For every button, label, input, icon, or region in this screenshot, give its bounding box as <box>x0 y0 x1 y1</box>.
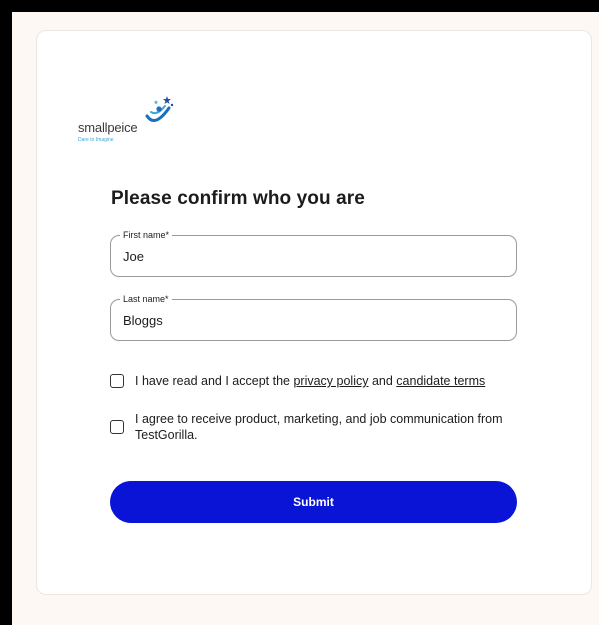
terms-consent-row: I have read and I accept the privacy pol… <box>110 373 525 389</box>
candidate-terms-link[interactable]: candidate terms <box>396 374 485 388</box>
terms-consent-checkbox[interactable] <box>110 374 124 388</box>
smallpeice-logo: smallpeice Dare to Imagine <box>78 88 198 148</box>
submit-button[interactable]: Submit <box>110 481 517 523</box>
marketing-consent-checkbox[interactable] <box>110 420 124 434</box>
marketing-consent-text: I agree to receive product, marketing, a… <box>135 412 503 442</box>
last-name-input[interactable] <box>123 309 503 331</box>
marketing-consent-row: I agree to receive product, marketing, a… <box>110 411 525 443</box>
terms-consent-prefix: I have read and I accept the <box>135 374 294 388</box>
last-name-label: Last name* <box>120 293 172 305</box>
terms-consent-text: I have read and I accept the privacy pol… <box>135 373 525 389</box>
terms-consent-middle: and <box>368 374 397 388</box>
logo-tagline: Dare to Imagine <box>78 137 114 143</box>
privacy-policy-link[interactable]: privacy policy <box>293 374 368 388</box>
first-name-input[interactable] <box>123 245 503 267</box>
logo-wordmark: smallpeice <box>78 120 138 135</box>
first-name-field: First name* <box>110 229 517 277</box>
first-name-label: First name* <box>120 229 173 241</box>
last-name-field: Last name* <box>110 293 517 341</box>
page-title: Please confirm who you are <box>111 188 365 209</box>
star-swoosh-icon <box>145 96 174 122</box>
